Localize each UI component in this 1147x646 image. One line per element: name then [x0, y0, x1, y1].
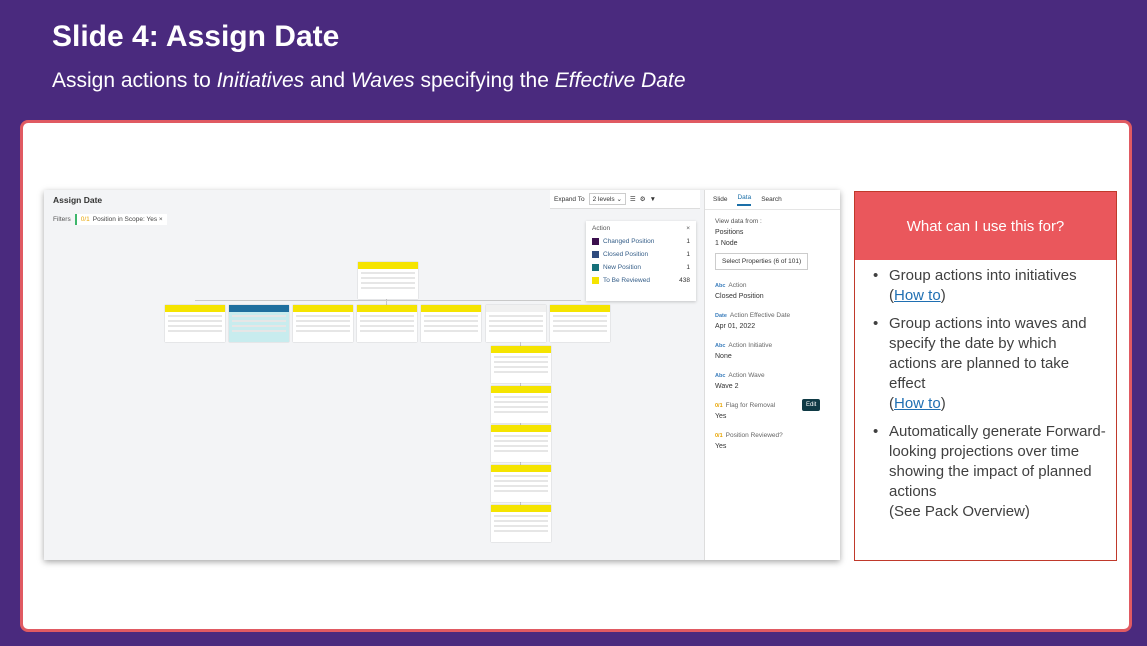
- info-bullet: Automatically generate Forward-looking p…: [867, 422, 1108, 522]
- org-node-selected[interactable]: [229, 305, 289, 342]
- info-box: What can I use this for? Group actions i…: [854, 191, 1117, 561]
- org-node[interactable]: [491, 346, 551, 383]
- field-value: Apr 01, 2022: [715, 323, 756, 330]
- levels-select[interactable]: 2 levels ⌄: [588, 193, 626, 205]
- filter-chip[interactable]: 0/1 Position in Scope: Yes ×: [74, 214, 167, 225]
- legend-panel: Action × Changed Position 1 Closed Positio…: [586, 221, 696, 301]
- edit-tooltip: Edit: [802, 399, 821, 411]
- settings-icon[interactable]: ⚙: [640, 195, 646, 203]
- list-icon[interactable]: ☰: [630, 195, 636, 203]
- info-list: Group actions into initiatives(How to) G…: [855, 260, 1116, 522]
- node-count: 1 Node: [715, 240, 738, 247]
- boolean-icon: 0/1: [80, 216, 90, 223]
- org-node[interactable]: [358, 262, 418, 299]
- legend-item[interactable]: New Position 1: [592, 264, 690, 271]
- field-key: Date Action Effective Date: [715, 312, 791, 319]
- org-node[interactable]: [491, 425, 551, 462]
- slide-title: Slide 4: Assign Date: [52, 20, 340, 53]
- org-node[interactable]: [293, 305, 353, 342]
- org-node[interactable]: [486, 305, 546, 342]
- org-node[interactable]: [421, 305, 481, 342]
- how-to-link[interactable]: How to: [894, 287, 941, 304]
- app-title: Assign Date: [53, 195, 103, 205]
- org-node[interactable]: [550, 305, 610, 342]
- legend-title: Action: [592, 225, 611, 232]
- close-icon[interactable]: ×: [686, 225, 690, 232]
- legend-item[interactable]: To Be Reviewed 438: [592, 277, 690, 284]
- filters-label: Filters: [53, 216, 71, 223]
- side-tabs: Slide Data Search: [705, 190, 840, 210]
- tab-data[interactable]: Data: [737, 194, 752, 206]
- org-node[interactable]: [491, 386, 551, 423]
- app-screenshot: Assign Date Filters 0/1 Position in Scope…: [44, 190, 840, 560]
- filter-icon[interactable]: ▼: [650, 196, 656, 203]
- filters-bar: Filters 0/1 Position in Scope: Yes ×: [53, 214, 167, 225]
- slide-subtitle: Assign actions to Initiatives and Waves …: [52, 69, 686, 92]
- select-properties-button[interactable]: Select Properties (6 of 101): [715, 253, 809, 270]
- info-bullet: Group actions into waves and specify the…: [867, 314, 1108, 414]
- toolbar: Expand To 2 levels ⌄ ☰ ⚙ ▼: [550, 190, 700, 209]
- field-value[interactable]: None: [715, 353, 830, 360]
- field-key: 0/1 Position Reviewed?: [715, 432, 783, 439]
- org-node[interactable]: [491, 465, 551, 502]
- field-value: Yes: [715, 413, 727, 420]
- field-value: Yes: [715, 443, 727, 450]
- tab-search[interactable]: Search: [761, 196, 782, 203]
- org-node[interactable]: [491, 505, 551, 542]
- field-key: Abc Action Wave: [715, 372, 765, 379]
- positions-label: Positions: [715, 229, 744, 236]
- info-bullet: Group actions into initiatives(How to): [867, 266, 1108, 306]
- view-from-label: View data from :: [715, 218, 762, 225]
- field-value: Closed Position: [715, 293, 764, 300]
- field-key: Abc Action Initiative: [715, 342, 773, 349]
- tab-slide[interactable]: Slide: [713, 196, 727, 203]
- field-key: Abc Action: [715, 282, 747, 289]
- legend-item[interactable]: Closed Position 1: [592, 251, 690, 258]
- legend-item[interactable]: Changed Position 1: [592, 238, 690, 245]
- org-node[interactable]: [357, 305, 417, 342]
- field-value[interactable]: Wave 2: [715, 383, 830, 390]
- org-node[interactable]: [165, 305, 225, 342]
- info-heading: What can I use this for?: [855, 192, 1116, 260]
- expand-label: Expand To: [554, 195, 585, 203]
- how-to-link[interactable]: How to: [894, 395, 941, 412]
- side-panel: Slide Data Search View data from : Posit…: [704, 190, 840, 560]
